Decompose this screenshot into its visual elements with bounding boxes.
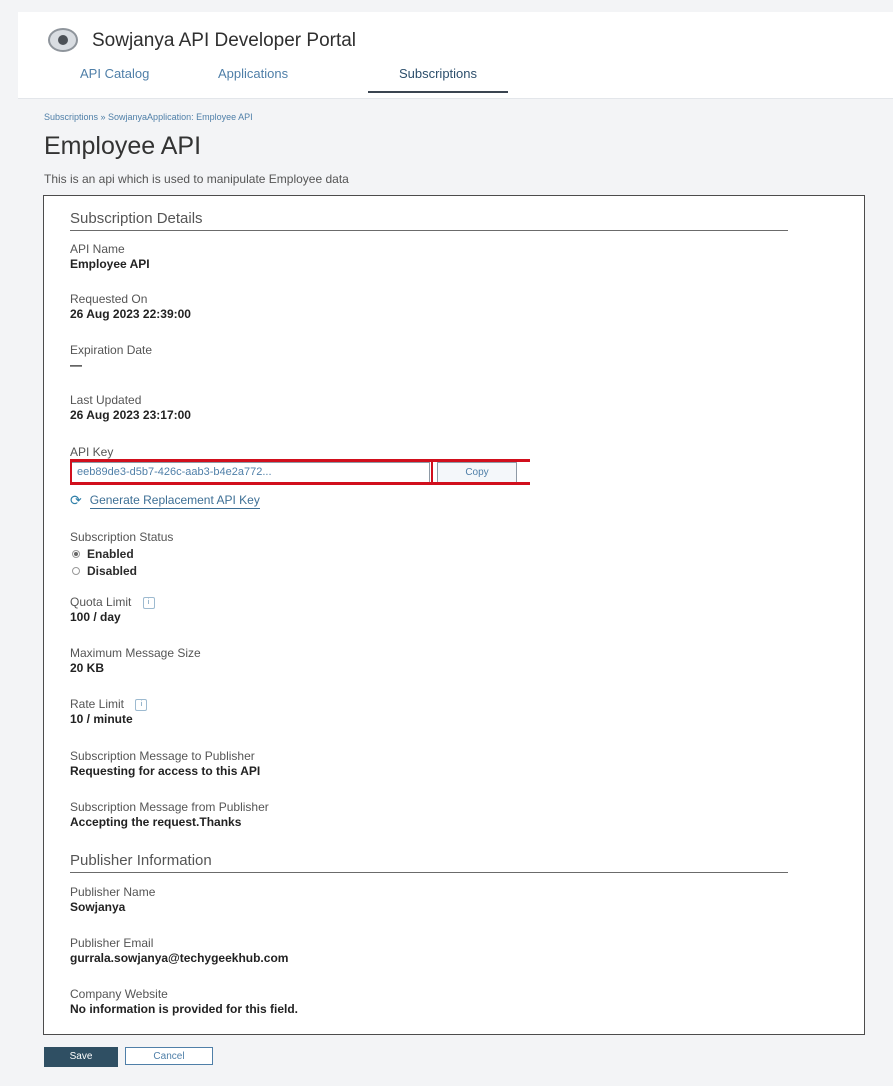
save-button[interactable]: Save <box>44 1047 118 1067</box>
page-title: Employee API <box>44 132 202 160</box>
cancel-button[interactable]: Cancel <box>125 1047 213 1065</box>
message-from-publisher-value: Accepting the request.Thanks <box>70 815 242 829</box>
portal-title: Sowjanya API Developer Portal <box>92 30 357 51</box>
publisher-name-value: Sowjanya <box>70 900 126 914</box>
portal-logo-icon <box>48 28 78 52</box>
rate-limit-label-row: Rate Limit i <box>70 697 148 711</box>
message-from-publisher-label: Subscription Message from Publisher <box>70 800 269 814</box>
refresh-icon: ⟳ <box>70 492 82 508</box>
publisher-email-label: Publisher Email <box>70 936 154 950</box>
portal-header: Sowjanya API Developer Portal API Catalo… <box>18 12 893 99</box>
api-key-label: API Key <box>70 445 114 459</box>
publisher-email-value: gurrala.sowjanya@techygeekhub.com <box>70 951 289 965</box>
radio-disabled[interactable] <box>72 567 80 575</box>
status-enabled-label: Enabled <box>87 547 134 561</box>
max-message-size-value: 20 KB <box>70 661 105 675</box>
page-description: This is an api which is used to manipula… <box>44 172 349 186</box>
quota-limit-label-row: Quota Limit i <box>70 595 155 609</box>
company-website-value: No information is provided for this fiel… <box>70 1002 299 1016</box>
section-title-publisher: Publisher Information <box>70 852 788 873</box>
tab-applications[interactable]: Applications <box>218 66 288 91</box>
requested-on-value: 26 Aug 2023 22:39:00 <box>70 307 191 321</box>
tab-subscriptions[interactable]: Subscriptions <box>368 66 508 93</box>
subscription-status-label: Subscription Status <box>70 530 174 544</box>
api-name-value: Employee API <box>70 257 150 271</box>
quota-limit-label: Quota Limit <box>70 595 132 609</box>
company-website-label: Company Website <box>70 987 168 1001</box>
api-key-highlight <box>70 459 530 485</box>
status-disabled-option[interactable]: Disabled <box>72 564 137 578</box>
message-to-publisher-value: Requesting for access to this API <box>70 764 261 778</box>
generate-replacement-key-label: Generate Replacement API Key <box>89 492 260 509</box>
last-updated-value: 26 Aug 2023 23:17:00 <box>70 408 191 422</box>
quota-limit-value: 100 / day <box>70 610 121 624</box>
expiration-date-label: Expiration Date <box>70 343 153 357</box>
status-disabled-label: Disabled <box>87 564 138 578</box>
tab-api-catalog[interactable]: API Catalog <box>80 66 149 91</box>
requested-on-label: Requested On <box>70 292 148 306</box>
section-title-subscription: Subscription Details <box>70 210 788 231</box>
generate-replacement-key-link[interactable]: ⟳ Generate Replacement API Key <box>70 492 260 509</box>
rate-limit-label: Rate Limit <box>70 697 125 711</box>
rate-limit-value: 10 / minute <box>70 712 133 726</box>
last-updated-label: Last Updated <box>70 393 142 407</box>
breadcrumb[interactable]: Subscriptions » SowjanyaApplication: Emp… <box>44 112 253 122</box>
info-icon[interactable]: i <box>135 698 148 711</box>
expiration-date-value: — <box>70 358 82 372</box>
message-to-publisher-label: Subscription Message to Publisher <box>70 749 255 763</box>
max-message-size-label: Maximum Message Size <box>70 646 201 660</box>
status-enabled-option[interactable]: Enabled <box>72 547 134 561</box>
publisher-name-label: Publisher Name <box>70 885 156 899</box>
api-name-label: API Name <box>70 242 125 256</box>
radio-enabled[interactable] <box>72 550 80 558</box>
info-icon[interactable]: i <box>142 596 155 609</box>
subscription-details-card: Subscription Details API Name Employee A… <box>43 195 865 1035</box>
